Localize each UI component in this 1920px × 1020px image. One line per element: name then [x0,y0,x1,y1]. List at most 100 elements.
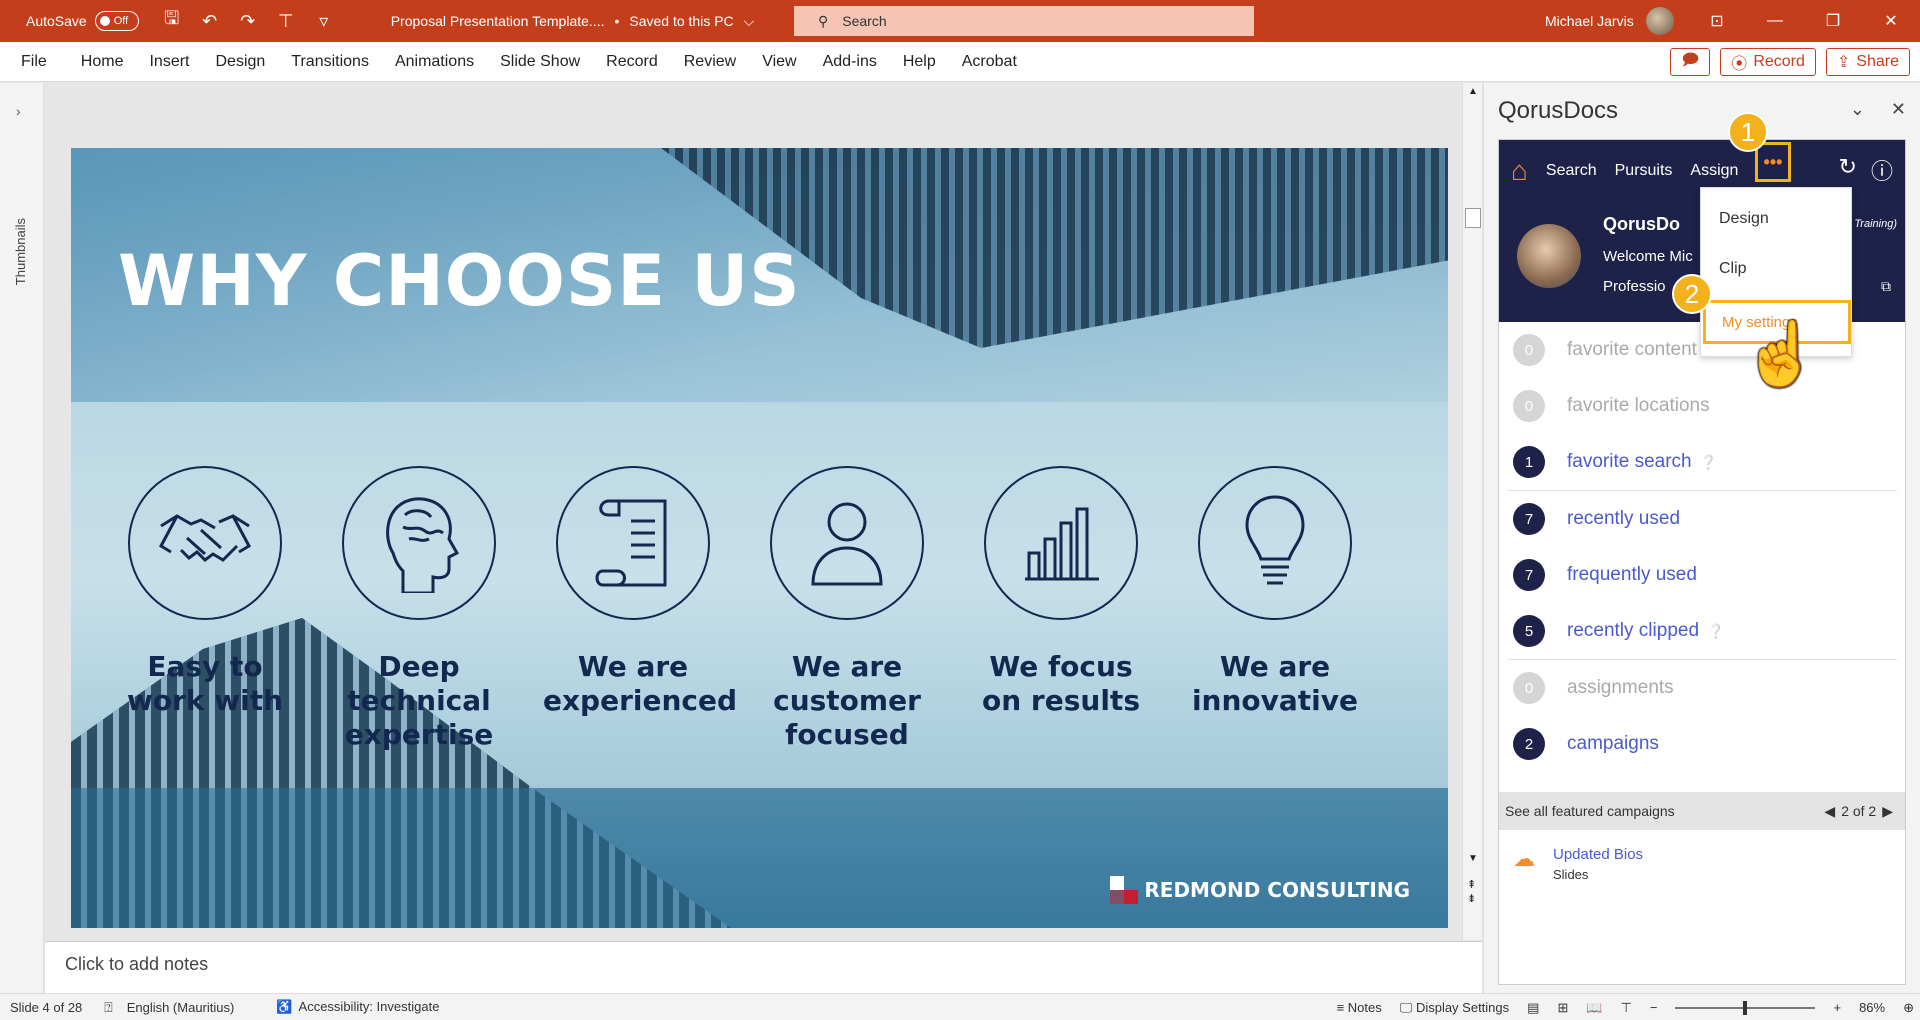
campaign-item[interactable]: ☁ Updated Bios Slides [1513,846,1643,882]
display-settings-button[interactable]: 🖵 Display Settings [1400,1000,1509,1016]
tab-slide-show[interactable]: Slide Show [487,53,593,71]
notes-button[interactable]: ≡ Notes [1337,1000,1382,1015]
window-controls: ⊡ — ❐ ✕ [1688,0,1920,42]
feature-innovative[interactable]: We are innovative [1185,466,1365,718]
present-icon[interactable]: ⊤ [275,11,297,32]
tab-help[interactable]: Help [890,53,949,71]
comments-button[interactable]: 🗩 [1670,48,1711,76]
campaign-subtitle: Slides [1553,867,1589,882]
tab-review[interactable]: Review [671,53,749,71]
fit-slide-icon[interactable]: ⊕ [1903,1000,1914,1016]
list-item[interactable]: 7 frequently used [1499,547,1905,603]
feature-text: Easy to work with [126,650,284,717]
tab-home[interactable]: Home [68,53,137,71]
redo-icon[interactable]: ↷ [237,11,259,32]
list-item[interactable]: 2 campaigns [1499,716,1905,772]
slide-sorter-icon[interactable]: ⊞ [1557,1000,1568,1016]
prev-page-icon[interactable]: ◀ [1824,803,1835,820]
tab-file[interactable]: File [8,53,60,71]
minimize-icon[interactable]: — [1746,12,1804,30]
share-icon: ⇪ [1836,54,1851,71]
nav-assign[interactable]: Assign [1690,162,1738,180]
tab-record[interactable]: Record [593,53,671,71]
nav-pursuits[interactable]: Pursuits [1615,162,1673,180]
undo-icon[interactable]: ↶ [199,11,221,32]
external-link-icon[interactable]: ⧉ [1881,278,1891,295]
user-account[interactable]: Michael Jarvis [1545,0,1674,42]
feature-experienced[interactable]: We are experienced [543,466,737,718]
slideshow-icon[interactable]: ⊤ [1621,1000,1632,1016]
tab-design[interactable]: Design [202,53,278,71]
autosave[interactable]: AutoSave Off [26,11,139,31]
list-item[interactable]: 0 favorite locations [1499,378,1905,434]
save-state: Saved to this PC [629,12,734,29]
spellcheck-icon[interactable]: ⍰ [104,999,112,1016]
slide-title[interactable]: WHY CHOOSE US [118,240,801,322]
next-page-icon[interactable]: ▶ [1882,803,1893,820]
campaign-title[interactable]: Updated Bios [1553,846,1643,863]
welcome-text: Welcome Mic [1603,248,1693,265]
search-box[interactable]: ⚲ Search [794,6,1254,36]
zoom-in-icon[interactable]: + [1833,1000,1841,1015]
accessibility[interactable]: ♿ Accessibility: Investigate [276,999,439,1015]
reading-view-icon[interactable]: 📖 [1586,1000,1602,1016]
customize-chevron-icon[interactable]: ▿ [313,11,335,32]
pane-options-chevron-icon[interactable]: ⌄ [1850,99,1865,120]
profession-text: Professio [1603,278,1666,295]
list-item-label: favorite content [1567,339,1697,360]
tab-animations[interactable]: Animations [382,53,487,71]
autosave-toggle[interactable]: Off [94,11,139,31]
record-button[interactable]: ⦿ Record [1720,48,1816,76]
close-icon[interactable]: ✕ [1862,11,1920,31]
ribbon-display-icon[interactable]: ⊡ [1688,11,1746,31]
feature-results[interactable]: We focus on results [971,466,1151,718]
question-icon[interactable]: ❔ [1700,454,1717,470]
accessibility-icon: ♿ [276,999,293,1014]
chevron-right-icon[interactable]: › [16,103,21,119]
save-icon[interactable]: 🖫 [161,6,183,36]
menu-item-clip[interactable]: Clip [1719,260,1747,278]
brain-icon [342,466,496,620]
scroll-down-icon[interactable]: ▼ [1468,853,1478,864]
feature-expertise[interactable]: Deep technical expertise [329,466,509,752]
vertical-scrollbar[interactable]: ▲ ▼ ⇞ ⇟ [1462,83,1482,940]
notes-pane[interactable]: Click to add notes [45,941,1482,993]
restore-icon[interactable]: ❐ [1804,11,1862,31]
zoom-level[interactable]: 86% [1859,1000,1885,1015]
zoom-thumb[interactable] [1743,1000,1748,1015]
home-icon[interactable]: ⌂ [1511,155,1528,187]
list-item[interactable]: 7 recently used [1499,491,1905,547]
menu-item-design[interactable]: Design [1719,210,1769,228]
question-icon[interactable]: ❔ [1707,623,1724,639]
slide[interactable]: WHY CHOOSE US Easy to work with Deep tec… [71,148,1448,928]
normal-view-icon[interactable]: ▤ [1527,1000,1539,1016]
featured-campaigns-bar: See all featured campaigns ◀ 2 of 2 ▶ [1499,792,1905,830]
feature-customer[interactable]: We are customer focused [757,466,937,752]
zoom-slider[interactable] [1675,1000,1816,1015]
tab-add-ins[interactable]: Add-ins [810,53,890,71]
list-item[interactable]: 1 favorite search ❔ [1499,434,1905,490]
list-item[interactable]: 5 recently clipped ❔ [1499,603,1905,659]
language[interactable]: English (Mauritius) [127,1000,235,1015]
refresh-icon[interactable]: ↻ [1839,154,1857,186]
pane-close-icon[interactable]: ✕ [1891,99,1906,120]
scroll-thumb[interactable] [1465,208,1481,228]
zoom-out-icon[interactable]: − [1650,1000,1658,1015]
tab-view[interactable]: View [749,53,809,71]
help-icon[interactable]: ⓘ [1871,154,1893,186]
see-all-campaigns-link[interactable]: See all featured campaigns [1505,803,1675,819]
share-button[interactable]: ⇪ Share [1825,48,1910,76]
scroll-up-icon[interactable]: ▲ [1468,86,1478,97]
document-title[interactable]: Proposal Presentation Template.... • Sav… [391,13,755,30]
thumbnails-pane[interactable]: › Thumbnails [0,83,44,993]
nav-search[interactable]: Search [1546,162,1597,180]
more-button[interactable]: ••• [1755,142,1791,182]
tab-transitions[interactable]: Transitions [278,53,382,71]
page-nav-icon[interactable]: ⇞ ⇟ [1467,878,1476,906]
tab-insert[interactable]: Insert [136,53,202,71]
feature-easy[interactable]: Easy to work with [115,466,295,718]
notes-placeholder: Click to add notes [65,954,209,974]
list-item[interactable]: 0 assignments [1499,660,1905,716]
tab-acrobat[interactable]: Acrobat [949,53,1030,71]
record-icon: ⦿ [1731,56,1748,73]
